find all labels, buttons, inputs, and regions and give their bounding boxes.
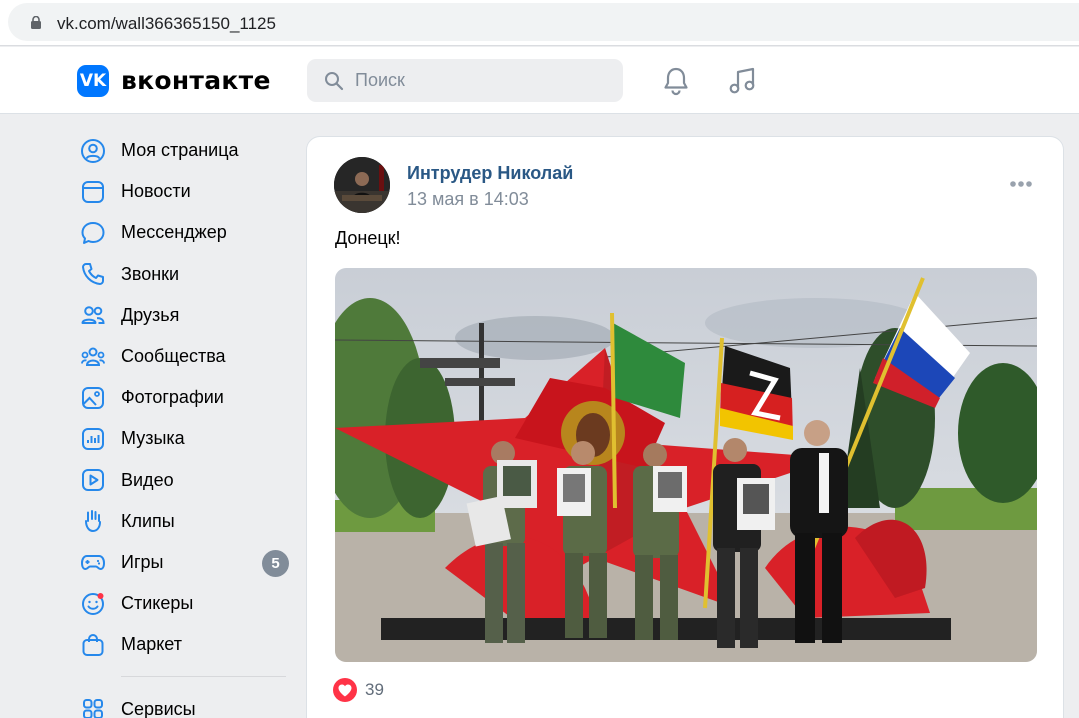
post-text: Донецк! <box>335 228 401 248</box>
search-icon <box>325 72 344 91</box>
sidebar-item-my-page[interactable]: Моя страница <box>77 130 292 171</box>
stickers-icon <box>82 592 104 615</box>
video-icon <box>82 469 104 492</box>
sidebar-item-friends[interactable]: Друзья <box>77 295 292 336</box>
sidebar-item-label: Маркет <box>121 634 182 655</box>
photo-icon <box>82 386 104 409</box>
clips-icon <box>85 510 101 533</box>
sidebar-item-label: Сервисы <box>121 698 196 718</box>
url-text[interactable]: vk.com/wall366365150_1125 <box>57 14 276 34</box>
author-avatar[interactable] <box>334 157 390 213</box>
sidebar-item-label: Фотографии <box>121 387 224 408</box>
like-button[interactable]: 39 <box>333 678 384 702</box>
more-options-icon[interactable] <box>1009 180 1033 188</box>
sidebar-item-photos[interactable]: Фотографии <box>77 377 292 418</box>
sidebar-item-stickers[interactable]: Стикеры <box>77 583 292 624</box>
sidebar-item-services[interactable]: Сервисы <box>77 688 292 718</box>
sidebar-item-communities[interactable]: Сообщества <box>77 336 292 377</box>
search-input[interactable] <box>355 59 615 102</box>
sidebar-item-label: Мессенджер <box>121 222 227 243</box>
services-grid-icon <box>83 699 103 718</box>
notifications-bell-icon[interactable] <box>660 65 692 97</box>
url-box[interactable]: vk.com/wall366365150_1125 <box>8 3 1079 41</box>
sidebar-item-label: Новости <box>121 181 191 202</box>
phone-icon <box>82 263 104 286</box>
search-box[interactable] <box>307 59 623 102</box>
heart-icon <box>333 678 357 702</box>
sidebar-item-label: Игры <box>121 551 164 572</box>
games-icon <box>81 555 105 571</box>
sidebar-item-label: Стикеры <box>121 593 194 614</box>
sidebar-item-news[interactable]: Новости <box>77 171 292 212</box>
lock-icon <box>31 16 41 29</box>
news-icon <box>82 180 104 203</box>
market-icon <box>82 633 104 656</box>
vk-logo-text: VK <box>79 71 107 91</box>
post-author[interactable]: Интрудер Николай <box>407 163 573 184</box>
sidebar-item-label: Сообщества <box>121 346 226 367</box>
music-player-icon[interactable] <box>726 65 758 97</box>
sidebar-item-games[interactable]: Игры 5 <box>77 542 292 583</box>
post-photo[interactable] <box>335 268 1037 662</box>
left-sidebar: Моя страница Новости Мессенджер Звонки Д… <box>77 130 292 718</box>
post-date[interactable]: 13 мая в 14:03 <box>407 189 529 210</box>
message-icon <box>81 221 105 244</box>
sidebar-item-music[interactable]: Музыка <box>77 418 292 459</box>
vk-header: VK вконтакте <box>0 47 1079 114</box>
sidebar-item-calls[interactable]: Звонки <box>77 254 292 295</box>
photo-image <box>335 268 1037 662</box>
sidebar-item-messenger[interactable]: Мессенджер <box>77 212 292 253</box>
avatar-image <box>334 157 390 213</box>
user-circle-icon <box>81 138 105 163</box>
sidebar-item-video[interactable]: Видео <box>77 460 292 501</box>
music-icon <box>82 427 104 450</box>
wall-post: Интрудер Николай 13 мая в 14:03 Донецк! <box>306 136 1064 718</box>
games-count-badge: 5 <box>262 549 289 577</box>
browser-address-bar: vk.com/wall366365150_1125 <box>0 0 1079 46</box>
vk-logo-icon[interactable]: VK <box>77 65 109 97</box>
sidebar-item-clips[interactable]: Клипы <box>77 501 292 542</box>
sidebar-item-label: Звонки <box>121 263 180 284</box>
friends-icon <box>81 306 105 325</box>
like-count: 39 <box>365 680 384 699</box>
sidebar-item-label: Музыка <box>121 428 185 449</box>
sidebar-item-label: Видео <box>121 469 174 490</box>
sidebar-item-label: Клипы <box>121 510 175 531</box>
sidebar-item-market[interactable]: Маркет <box>77 624 292 665</box>
communities-icon <box>81 347 105 366</box>
sidebar-item-label: Моя страница <box>121 140 239 161</box>
brand-name[interactable]: вконтакте <box>121 66 271 95</box>
sidebar-item-label: Друзья <box>121 304 180 325</box>
sidebar-divider <box>121 676 286 678</box>
